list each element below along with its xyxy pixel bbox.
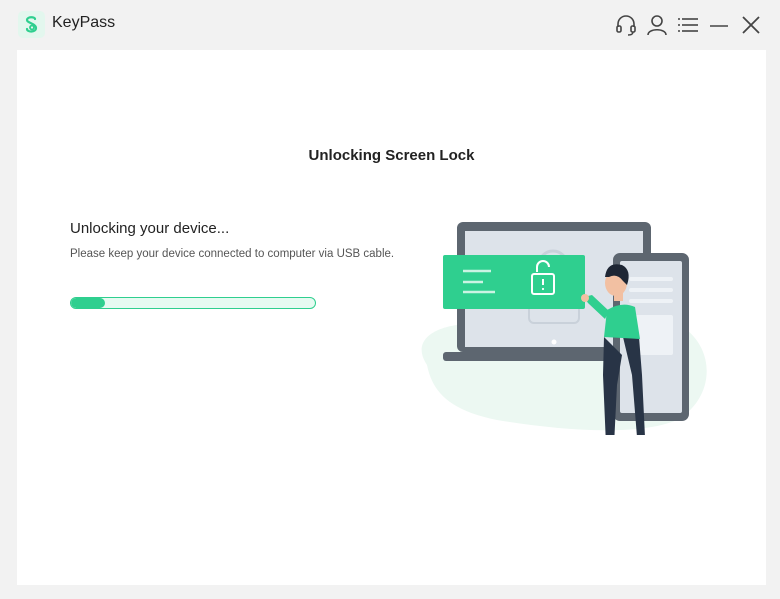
logo-icon [25, 15, 37, 33]
minimize-icon [710, 25, 728, 27]
headset-icon [616, 15, 636, 36]
unlock-illustration [421, 222, 707, 435]
close-icon [742, 16, 760, 34]
close-button[interactable] [739, 13, 763, 37]
status-subtitle: Please keep your device connected to com… [70, 248, 395, 260]
main-content: Unlocking Screen Lock Unlocking your dev… [17, 50, 766, 585]
app-logo [18, 11, 45, 38]
user-icon [647, 15, 667, 36]
title-bar: KeyPass [0, 0, 780, 50]
laptop-camera [551, 339, 557, 345]
menu-icon [678, 18, 698, 32]
progress-fill [71, 298, 106, 308]
page-title: Unlocking Screen Lock [308, 147, 475, 164]
support-button[interactable] [614, 13, 638, 37]
status-title: Unlocking your device... [70, 220, 230, 237]
account-button[interactable] [645, 13, 669, 37]
minimize-button[interactable] [707, 13, 731, 37]
menu-button[interactable] [676, 13, 700, 37]
app-title: KeyPass [52, 14, 116, 31]
progress-bar [70, 297, 316, 309]
